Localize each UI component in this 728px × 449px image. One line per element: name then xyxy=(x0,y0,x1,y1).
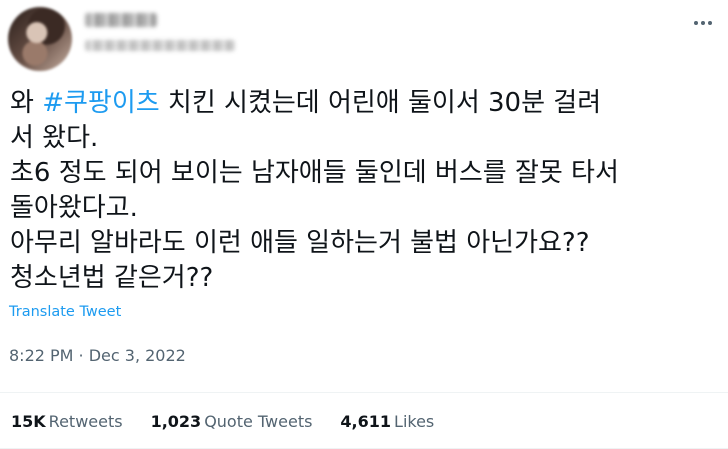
divider xyxy=(0,392,728,393)
quote-tweets-label: Quote Tweets xyxy=(204,412,313,431)
tweet-text: 와 #쿠팡이츠 치킨 시켰는데 어린애 둘이서 30분 걸려 서 왔다. 초6 … xyxy=(10,86,722,296)
likes-stat[interactable]: 4,611 Likes xyxy=(340,412,434,431)
translate-tweet-link[interactable]: Translate Tweet xyxy=(9,304,121,320)
dot xyxy=(694,21,698,25)
avatar[interactable] xyxy=(8,7,72,71)
quote-tweets-stat[interactable]: 1,023 Quote Tweets xyxy=(151,412,313,431)
tweet-header xyxy=(0,0,728,80)
tweet-timestamp[interactable]: 8:22 PM · Dec 3, 2022 xyxy=(9,346,186,365)
retweets-stat[interactable]: 15K Retweets xyxy=(11,412,123,431)
dot xyxy=(708,21,712,25)
retweets-label: Retweets xyxy=(48,412,123,431)
handle-blurred[interactable] xyxy=(85,40,235,51)
more-options-icon[interactable] xyxy=(688,12,718,34)
likes-label: Likes xyxy=(394,412,435,431)
quote-tweets-count: 1,023 xyxy=(150,412,202,431)
display-name-blurred[interactable] xyxy=(85,13,157,27)
tweet-text-prefix: 와 xyxy=(10,88,43,118)
likes-count: 4,611 xyxy=(340,412,392,431)
tweet-text-body: 치킨 시켰는데 어린애 둘이서 30분 걸려 서 왔다. 초6 정도 되어 보이… xyxy=(10,88,619,293)
engagement-stats: 15K Retweets 1,023 Quote Tweets 4,611 Likes xyxy=(11,412,434,431)
retweets-count: 15K xyxy=(11,412,46,431)
hashtag-link[interactable]: #쿠팡이츠 xyxy=(42,88,159,118)
dot xyxy=(701,21,705,25)
